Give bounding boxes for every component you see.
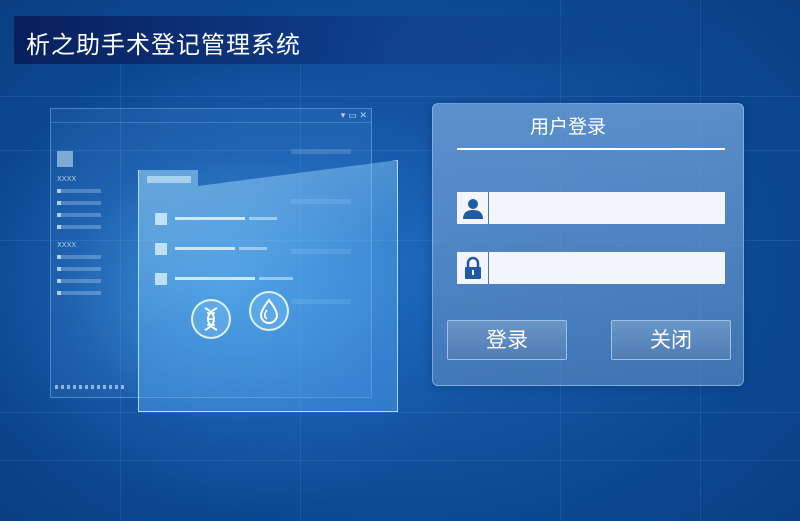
password-field	[457, 252, 725, 284]
illustration-window-footer	[55, 385, 125, 389]
illustration-list-item	[57, 201, 101, 205]
illustration-list-item	[57, 225, 101, 229]
illustration-row-line	[175, 277, 255, 280]
illustration-row-line	[249, 217, 277, 220]
illustration-list-item	[57, 213, 101, 217]
illustration-row-line	[175, 247, 235, 250]
illustration-row-line	[175, 217, 245, 220]
illustration-list-item	[57, 267, 101, 271]
title-divider	[457, 148, 725, 150]
user-icon	[457, 192, 489, 224]
illustration-list-item	[57, 279, 101, 283]
illustration-folder	[138, 160, 398, 412]
login-title: 用户登录	[529, 116, 606, 138]
username-field	[457, 192, 725, 224]
illustration-avatar	[57, 151, 73, 167]
app-title: 析之助手术登记管理系统	[26, 31, 301, 59]
drop-icon	[249, 291, 289, 331]
login-button[interactable]: 登录	[447, 320, 567, 360]
lock-icon	[457, 252, 489, 284]
window-controls-icon: ▾ ▭ ✕	[340, 111, 367, 121]
close-button[interactable]: 关闭	[611, 320, 731, 360]
illustration-folder-header	[147, 176, 191, 183]
dna-icon	[191, 299, 231, 339]
illustration-content-bar	[291, 149, 351, 154]
password-input[interactable]	[490, 252, 725, 284]
illustration-row-checkbox	[155, 213, 167, 225]
illustration-window-topbar: ▾ ▭ ✕	[51, 109, 371, 123]
illustration-row-checkbox	[155, 243, 167, 255]
illustration-row-line	[239, 247, 267, 250]
illustration-list-label: XXXX	[57, 175, 77, 183]
illustration-list-item	[57, 291, 101, 295]
login-screen: 析之助手术登记管理系统 ▾ ▭ ✕ XXXX XXXX 用户登录 登录 关闭	[0, 0, 800, 521]
illustration-row-checkbox	[155, 273, 167, 285]
username-input[interactable]	[490, 192, 725, 224]
title-bar: 析之助手术登记管理系统	[14, 16, 714, 64]
illustration-list-label: XXXX	[57, 241, 77, 249]
login-panel: 用户登录 登录 关闭	[432, 103, 744, 386]
illustration-list-item	[57, 189, 101, 193]
illustration-row-line	[259, 277, 293, 280]
illustration-list-item	[57, 255, 101, 259]
